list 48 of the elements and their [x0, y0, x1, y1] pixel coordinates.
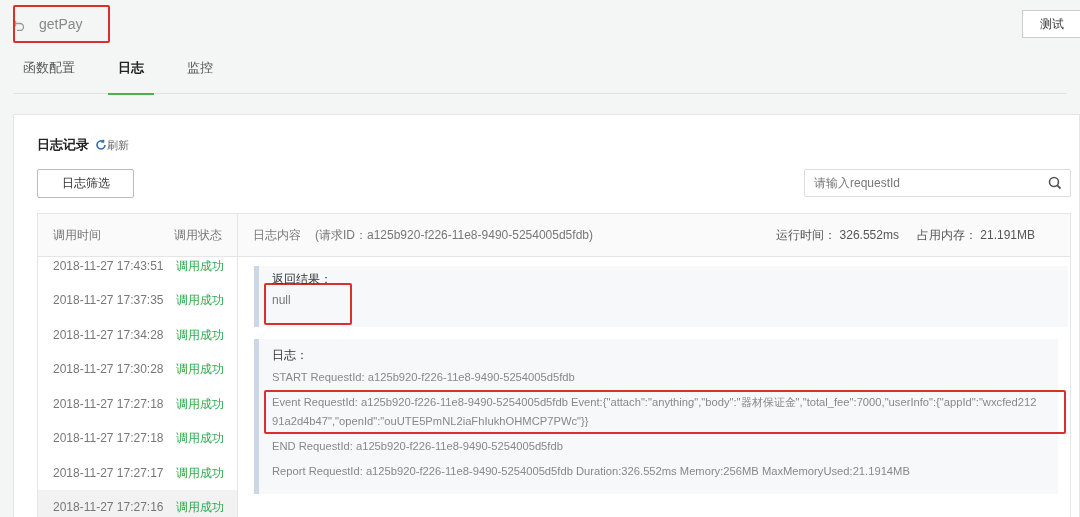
- status-text: 调用成功: [175, 326, 224, 344]
- section-title: 日志记录: [37, 136, 89, 154]
- status-text: 调用成功: [175, 361, 224, 379]
- refresh-icon: [95, 138, 107, 151]
- status-text: 调用成功: [175, 499, 224, 517]
- log-line: END RequestId: a125b920-f226-11e8-9490-5254005d5fdb: [272, 438, 563, 454]
- invocation-row[interactable]: 2018-11-27 17:27:16 调用成功: [38, 490, 237, 517]
- invocation-row[interactable]: 2018-11-27 17:27:18 调用成功: [38, 421, 237, 456]
- tab[interactable]: 函数配置: [13, 48, 85, 95]
- invocation-time: 2018-11-27 17:34:28: [53, 326, 164, 344]
- status-text: 调用成功: [175, 292, 224, 310]
- tab[interactable]: 监控: [177, 48, 223, 95]
- log-line: Event RequestId: a125b920-f226-11e8-9490-5254005d5fdb Event:{"attach":"anything","body":"器材保证金","total_fee":7000,"userInfo":{"appId":"wxcfed212: [272, 394, 1037, 410]
- invocation-row[interactable]: 2018-11-27 17:30:28 调用成功: [38, 352, 237, 387]
- search-field[interactable]: 请输入requestId: [804, 169, 1071, 197]
- refresh-link[interactable]: 刷新: [95, 136, 129, 153]
- column-header: 调用状态: [174, 226, 222, 244]
- status-text: 调用成功: [175, 257, 224, 275]
- request-id: (请求ID：a125b920-f226-11e8-9490-5254005d5fdb): [315, 226, 593, 244]
- undo-icon[interactable]: [13, 18, 25, 31]
- invocation-time: 2018-11-27 17:43:51: [53, 257, 164, 275]
- test-button[interactable]: 测试: [1022, 10, 1080, 38]
- invocation-row[interactable]: 2018-11-27 17:27:17 调用成功: [38, 455, 237, 490]
- invocation-row[interactable]: 2018-11-27 17:37:35 调用成功: [38, 283, 237, 318]
- tab[interactable]: 日志: [108, 48, 154, 95]
- log-filter-button[interactable]: 日志筛选: [37, 168, 134, 198]
- status-text: 调用成功: [175, 464, 224, 482]
- log-line: START RequestId: a125b920-f226-11e8-9490-5254005d5fdb: [272, 369, 575, 385]
- invocation-time: 2018-11-27 17:27:17: [53, 464, 164, 482]
- invocation-time: 2018-11-27 17:37:35: [53, 292, 164, 310]
- status-text: 调用成功: [175, 430, 224, 448]
- log-line: 91a2d4b47","openId":"ouUTE5PmNL2iaFhIukhOHMCP7PWc"}}: [272, 413, 589, 429]
- log-line: Report RequestId: a125b920-f226-11e8-9490-5254005d5fdb Duration:326.552ms Memory:256MB MaxMemoryUsed:21.1914MB: [272, 463, 910, 479]
- invocation-row[interactable]: 2018-11-27 17:34:28 调用成功: [38, 317, 237, 352]
- status-text: 调用成功: [175, 395, 224, 413]
- memory-usage: 占用内存： 21.191MB: [916, 226, 1035, 244]
- invocation-time: 2018-11-27 17:27:16: [53, 499, 164, 517]
- column-header: 调用时间: [53, 226, 101, 244]
- function-title: getPay: [13, 5, 110, 43]
- invocation-time: 2018-11-27 17:30:28: [53, 361, 164, 379]
- log-label: 日志：: [271, 346, 309, 364]
- search-icon[interactable]: [1048, 176, 1062, 190]
- invocation-row[interactable]: 2018-11-27 17:27:18 调用成功: [38, 386, 237, 421]
- column-header: 日志内容: [253, 226, 301, 244]
- run-time: 运行时间： 326.552ms: [776, 226, 899, 244]
- invocation-time: 2018-11-27 17:27:18: [53, 430, 164, 448]
- invocation-time: 2018-11-27 17:27:18: [53, 395, 164, 413]
- invocation-row[interactable]: 2018-11-27 17:43:51 调用成功: [38, 256, 237, 283]
